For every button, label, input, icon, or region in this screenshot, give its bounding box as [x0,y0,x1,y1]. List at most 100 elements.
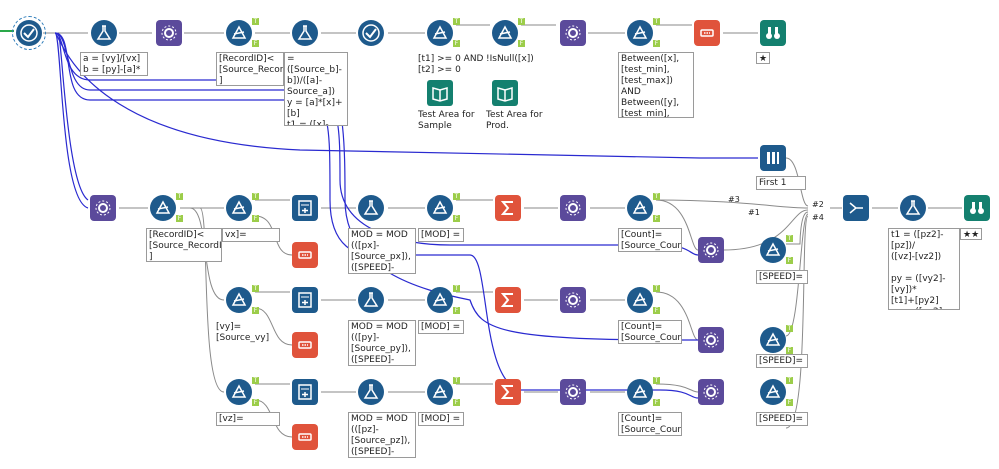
union-input-1: #1 [748,208,760,217]
join-tool-a[interactable] [560,195,586,221]
browse-star: ★ [756,52,770,64]
summarize-unique-vy[interactable] [292,287,318,313]
true-anchor[interactable]: T [518,18,525,25]
filter-mod0-c[interactable] [427,379,453,405]
false-anchor[interactable]: F [653,40,660,47]
summarize-tool-b[interactable] [495,287,521,313]
filter-mod0-b[interactable] [427,287,453,313]
union-input-4: #4 [812,213,824,222]
true-anchor[interactable]: T [453,377,460,384]
text-input-sample[interactable] [427,80,453,106]
plus-box-icon [298,292,312,308]
false-anchor[interactable]: F [252,307,259,314]
text-input-prod[interactable] [492,80,518,106]
formula-mod-vx[interactable] [358,195,384,221]
filter-tool-t[interactable] [427,20,453,46]
summarize-unique-vx[interactable] [292,195,318,221]
formula-mod-vy[interactable] [358,287,384,313]
summarize-unique-vz[interactable] [292,379,318,405]
formula-final[interactable] [900,195,926,221]
false-anchor[interactable]: F [786,347,793,354]
sample-tool-vz[interactable] [292,424,318,450]
false-anchor[interactable]: F [453,40,460,47]
count-annotation-c: [Count]= [Source_Count] [618,412,682,436]
false-anchor[interactable]: F [653,399,660,406]
true-anchor[interactable]: T [252,18,259,25]
false-anchor[interactable]: F [453,399,460,406]
true-anchor[interactable]: T [653,18,660,25]
filter-count-a[interactable] [627,195,653,221]
sample-icon [298,433,312,441]
formula-tool-2[interactable] [292,20,318,46]
false-anchor[interactable]: F [653,215,660,222]
true-anchor[interactable]: T [252,377,259,384]
filter-tool-rec2[interactable] [150,195,176,221]
browse-tool-1[interactable] [760,20,786,46]
filter-tool-vz[interactable] [226,379,252,405]
false-anchor[interactable]: F [518,40,525,47]
true-anchor[interactable]: T [786,235,793,242]
false-anchor[interactable]: F [252,40,259,47]
false-anchor[interactable]: F [252,399,259,406]
check-icon [362,24,380,42]
false-anchor[interactable]: F [252,215,259,222]
sample-tool-vx[interactable] [292,242,318,268]
formula-tool-1[interactable] [91,20,117,46]
filter-count-c[interactable] [627,379,653,405]
count-annotation-a: [Count]= [Source_Count] [618,228,682,252]
sample-tool[interactable] [694,20,720,46]
filter-tool-between[interactable] [627,20,653,46]
false-anchor[interactable]: F [786,399,793,406]
filter-speed-vz[interactable] [760,379,786,405]
filter-speed-vx[interactable] [760,237,786,263]
filter-mod0-a[interactable] [427,195,453,221]
false-anchor[interactable]: F [653,307,660,314]
browse-tool-final[interactable] [964,195,990,221]
join-tool-b[interactable] [560,287,586,313]
formula-mod-vz[interactable] [358,379,384,405]
select-tool-start[interactable] [12,16,46,50]
true-anchor[interactable]: T [453,18,460,25]
join-tool-c[interactable] [560,379,586,405]
filter-tool-1[interactable] [226,20,252,46]
filter-annotation-vz: [vz]=[Source_vz] [216,412,280,426]
mod0-annotation-c: [MOD] = 0 [418,412,464,426]
true-anchor[interactable]: T [786,325,793,332]
filter-tool-vx[interactable] [226,195,252,221]
true-anchor[interactable]: T [453,285,460,292]
gear-icon [565,25,581,41]
join-tool-speed-vz[interactable] [698,379,724,405]
sample-tool-vy[interactable] [292,332,318,358]
filter-triangle-icon [632,384,648,398]
join-tool-row2[interactable] [90,195,116,221]
summarize-tool-c[interactable] [495,379,521,405]
join-tool-2[interactable] [560,20,586,46]
browse-2star: ★★ [960,228,982,240]
filter-tool-isnull[interactable] [492,20,518,46]
true-anchor[interactable]: T [786,377,793,384]
false-anchor[interactable]: F [176,215,183,222]
true-anchor[interactable]: T [653,285,660,292]
join-tool-speed-vx[interactable] [698,237,724,263]
formula-annotation-1: a = [vy]/[vx] b = [py]-[a]*[px] [80,52,148,76]
true-anchor[interactable]: T [252,285,259,292]
false-anchor[interactable]: F [453,215,460,222]
true-anchor[interactable]: T [252,193,259,200]
true-anchor[interactable]: T [653,193,660,200]
first-rows-annotation: First 1 rows [756,176,806,190]
sample-first-rows-tool[interactable] [760,145,786,171]
false-anchor[interactable]: F [453,307,460,314]
false-anchor[interactable]: F [786,257,793,264]
select-tool-2[interactable] [358,20,384,46]
true-anchor[interactable]: T [453,193,460,200]
sum-icon [500,201,513,215]
filter-count-b[interactable] [627,287,653,313]
true-anchor[interactable]: T [176,193,183,200]
summarize-tool-a[interactable] [495,195,521,221]
join-tool-speed-vy[interactable] [698,327,724,353]
filter-tool-vy[interactable] [226,287,252,313]
filter-speed-vy[interactable] [760,327,786,353]
union-tool[interactable] [843,195,869,221]
true-anchor[interactable]: T [653,377,660,384]
join-tool-1[interactable] [156,20,182,46]
